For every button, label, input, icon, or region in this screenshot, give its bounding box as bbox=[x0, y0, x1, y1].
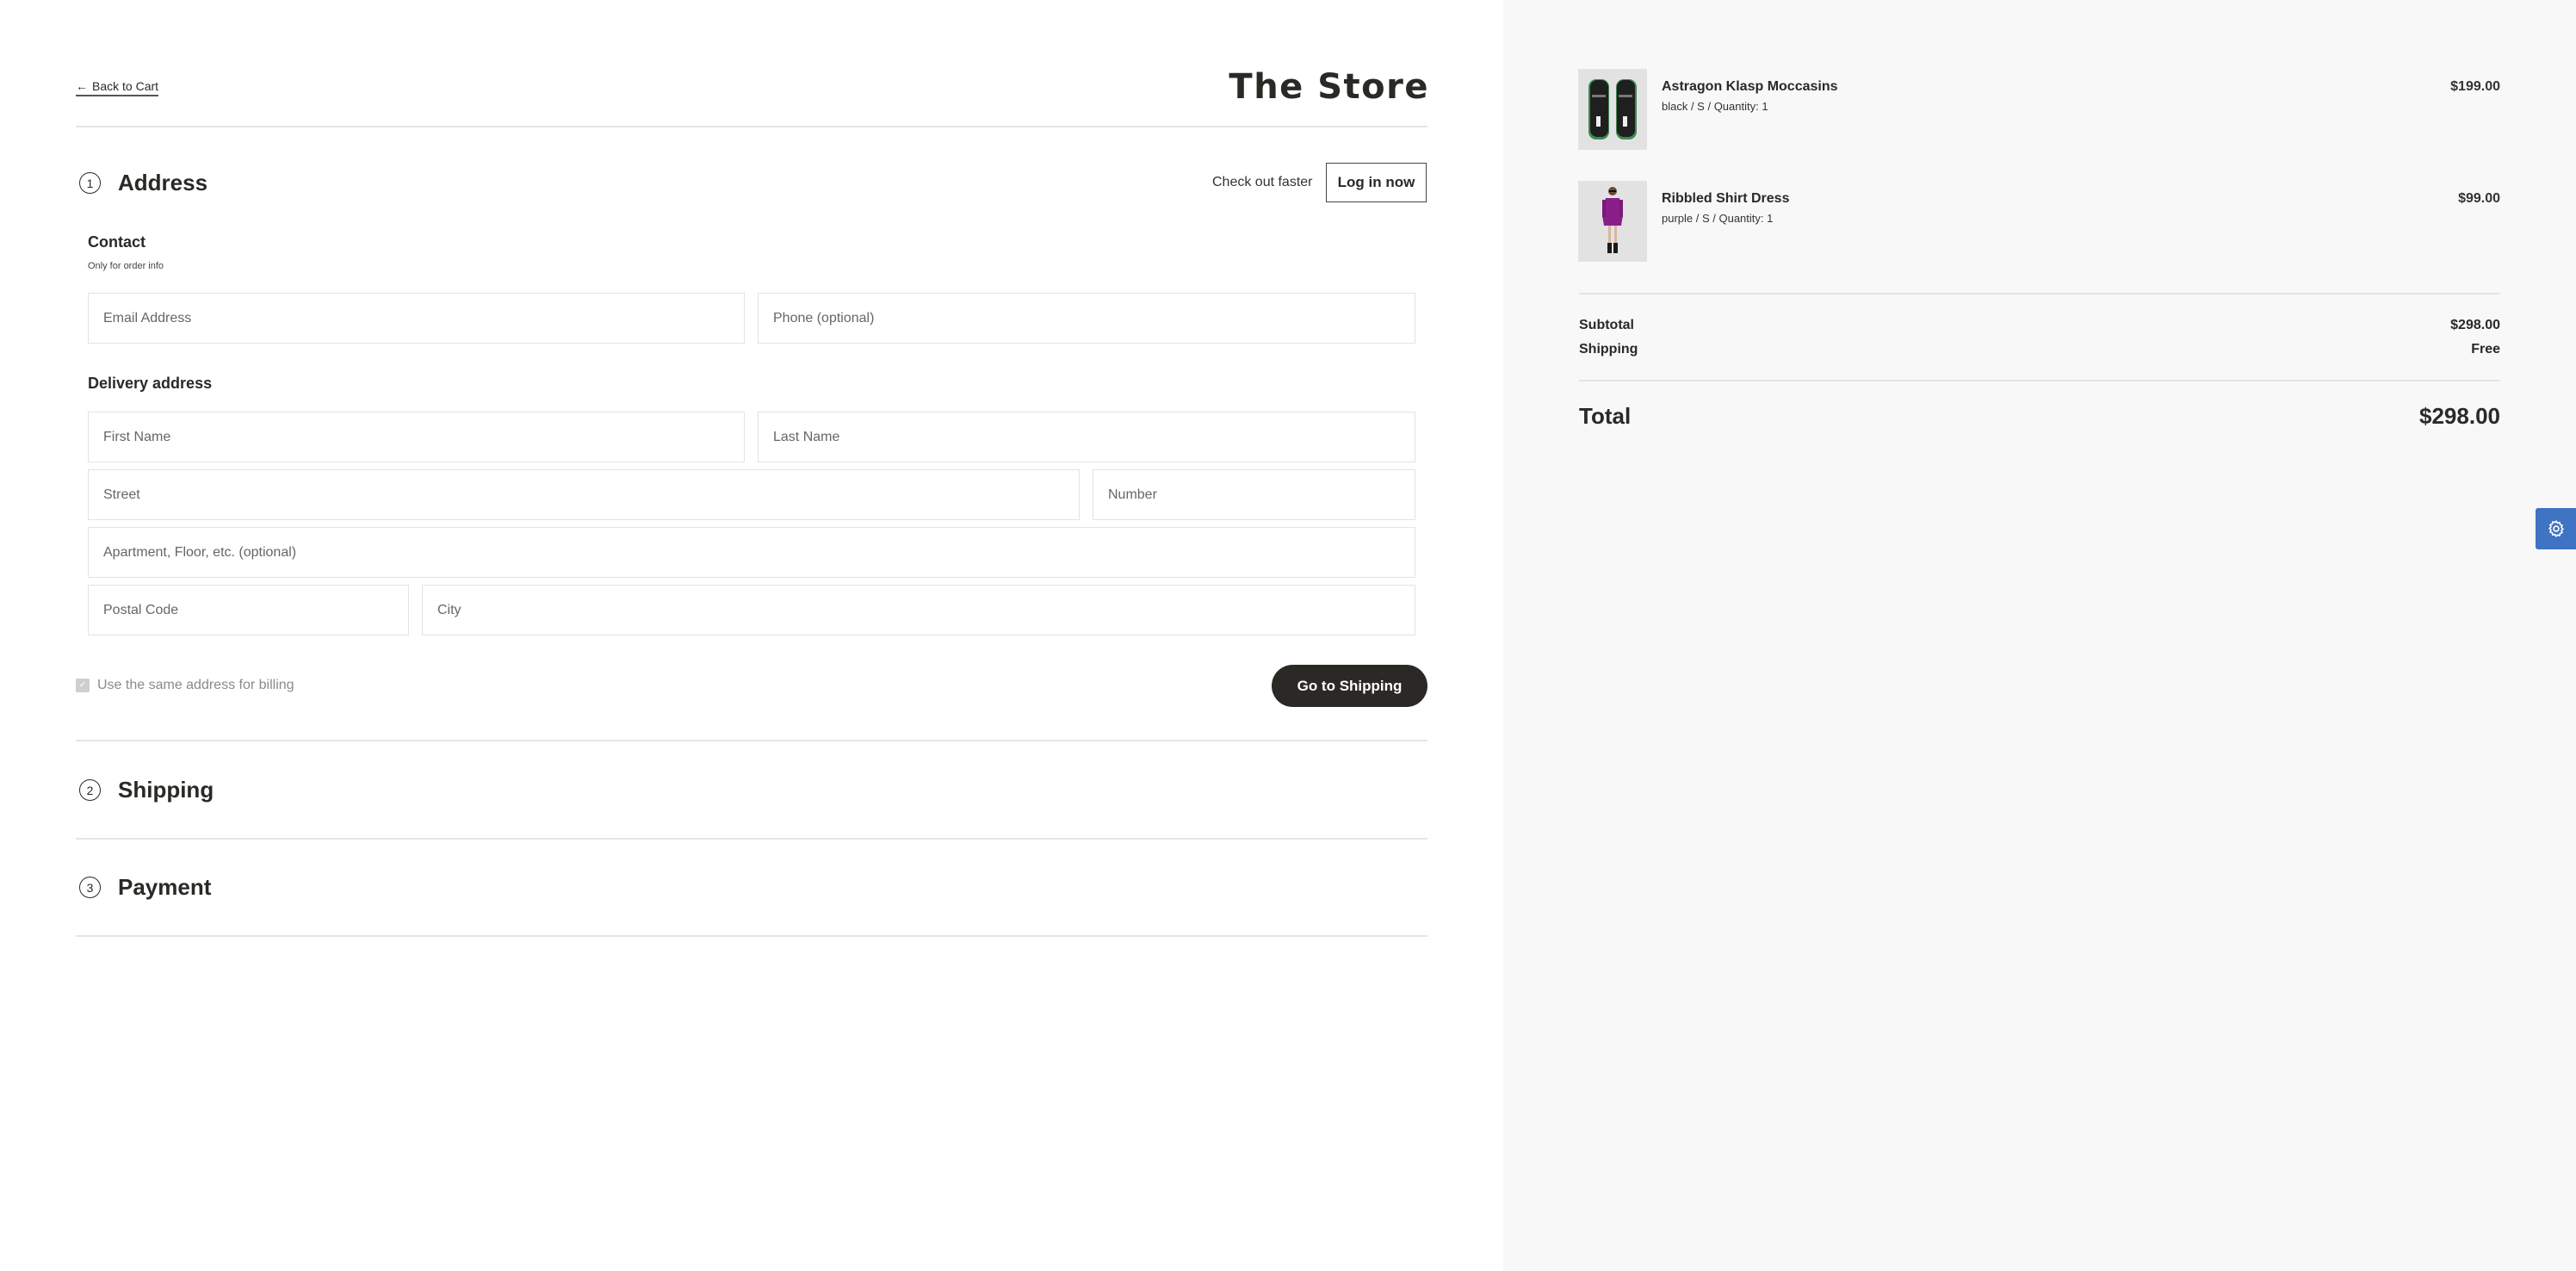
house-number-field[interactable] bbox=[1093, 469, 1415, 520]
phone-field[interactable] bbox=[758, 293, 1415, 344]
product-thumbnail-moccasins bbox=[1578, 69, 1647, 150]
email-field[interactable] bbox=[88, 293, 745, 344]
first-name-field[interactable] bbox=[88, 412, 745, 462]
street-field[interactable] bbox=[88, 469, 1080, 520]
login-button[interactable]: Log in now bbox=[1326, 163, 1427, 202]
total-divider bbox=[1579, 380, 2500, 381]
same-billing-label: Use the same address for billing bbox=[97, 678, 294, 692]
step-shipping-title[interactable]: Shipping bbox=[118, 777, 214, 803]
subtotal-label: Subtotal bbox=[1579, 318, 1634, 332]
shipping-section-divider bbox=[76, 838, 1427, 840]
gear-icon bbox=[2548, 520, 2564, 537]
shipping-label: Shipping bbox=[1579, 342, 1638, 356]
payment-section-divider bbox=[76, 935, 1427, 937]
city-field[interactable] bbox=[422, 585, 1415, 636]
cart-item-price: $99.00 bbox=[2458, 191, 2500, 206]
total-label: Total bbox=[1579, 403, 1632, 429]
header-divider bbox=[76, 126, 1427, 127]
contact-subtitle: Only for order info bbox=[88, 261, 164, 271]
step-address-title: Address bbox=[118, 170, 208, 195]
checkout-form-panel: ← Back to Cart The Store 1 Address Check… bbox=[0, 0, 1503, 1271]
arrow-left-icon: ← bbox=[76, 79, 88, 93]
cart-item-name: Ribbled Shirt Dress bbox=[1662, 191, 1790, 206]
postal-code-field[interactable] bbox=[88, 585, 409, 636]
apartment-field[interactable] bbox=[88, 527, 1415, 578]
contact-heading: Contact bbox=[88, 233, 146, 251]
cart-item-name: Astragon Klasp Moccasins bbox=[1662, 79, 1838, 94]
back-to-cart-label: Back to Cart bbox=[92, 79, 159, 93]
step-2-badge: 2 bbox=[79, 779, 101, 801]
total-value: $298.00 bbox=[2419, 403, 2500, 429]
back-to-cart-link[interactable]: ← Back to Cart bbox=[76, 79, 159, 96]
store-title: The Store bbox=[1229, 67, 1429, 107]
same-billing-checkbox-row[interactable]: ✓ Use the same address for billing bbox=[76, 677, 294, 694]
cart-item-price: $199.00 bbox=[2450, 79, 2500, 94]
settings-button[interactable] bbox=[2536, 508, 2576, 549]
product-thumbnail-dress bbox=[1578, 181, 1647, 262]
checkout-faster-text: Check out faster bbox=[1212, 175, 1313, 189]
step-payment-title[interactable]: Payment bbox=[118, 874, 211, 900]
subtotal-value: $298.00 bbox=[2450, 318, 2500, 332]
last-name-field[interactable] bbox=[758, 412, 1415, 462]
same-billing-checkbox[interactable]: ✓ bbox=[76, 679, 90, 692]
summary-divider bbox=[1579, 293, 2500, 294]
shipping-value: Free bbox=[2471, 342, 2500, 356]
delivery-address-heading: Delivery address bbox=[88, 375, 213, 392]
cart-item-variant: purple / S / Quantity: 1 bbox=[1662, 212, 1774, 225]
purple-dress-photo bbox=[1578, 181, 1647, 262]
go-to-shipping-button[interactable]: Go to Shipping bbox=[1272, 665, 1427, 707]
step-1-badge: 1 bbox=[79, 172, 101, 194]
step-3-badge: 3 bbox=[79, 877, 101, 898]
address-section-divider bbox=[76, 740, 1427, 741]
black-moccasins-photo bbox=[1578, 69, 1647, 150]
cart-item-variant: black / S / Quantity: 1 bbox=[1662, 100, 1768, 113]
